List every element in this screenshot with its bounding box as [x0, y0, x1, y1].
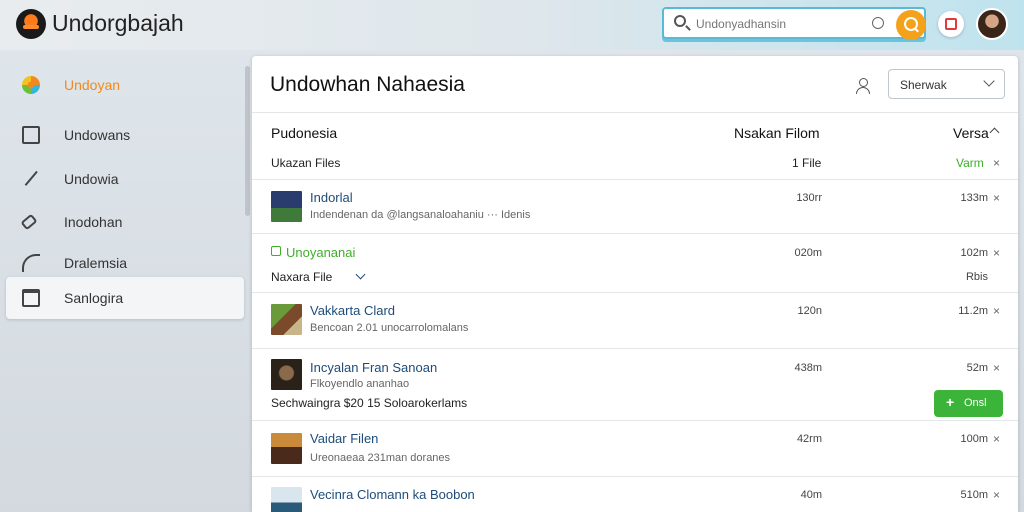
pen-icon: [24, 170, 40, 188]
file-size: 40m: [800, 489, 822, 501]
app-title: Undorgbajah: [52, 10, 184, 36]
user-avatar[interactable]: [976, 8, 1008, 40]
sidebar-item-tags[interactable]: Inodohan: [6, 201, 244, 243]
column-header-name[interactable]: Pudonesia: [271, 125, 337, 141]
sidebar-item-edit[interactable]: Undowia: [6, 158, 244, 200]
close-icon[interactable]: ×: [993, 361, 1000, 375]
sidebar-item-label: Inodohan: [64, 214, 123, 230]
file-thumbnail: [271, 304, 302, 335]
sidebar-item-home[interactable]: Undoyan: [6, 64, 244, 106]
page-title: Undowhan Nahaesia: [270, 73, 465, 96]
file-version: Rbis: [965, 271, 988, 283]
sidebar-item-label: Undoyan: [64, 77, 121, 93]
table-row[interactable]: Vaidar Filen Ureonaeaa 231man doranes 42…: [252, 421, 1018, 476]
file-title[interactable]: Indorlal: [310, 190, 353, 205]
file-title[interactable]: Unoyananai: [286, 245, 355, 260]
table-row[interactable]: Incyalan Fran Sanoan Flkoyendlo ananhao …: [252, 349, 1018, 425]
sidebar-scrollbar[interactable]: [245, 66, 250, 216]
file-subtitle: Flkoyendlo ananhao: [310, 378, 410, 390]
file-thumbnail: [271, 487, 302, 512]
group-label: Ukazan Files: [271, 156, 341, 170]
sidebar: Undoyan Undowans Undowia Inodohan Dralem…: [0, 58, 252, 512]
sidebar-item-label: Undowans: [64, 127, 131, 143]
file-title[interactable]: Vakkarta Clard: [310, 303, 395, 318]
table-row[interactable]: Vecinra Clomann ka Boobon 40m 510m ×: [252, 477, 1018, 512]
file-thumbnail: [271, 359, 302, 390]
file-subtitle: Bencoan 2.01 unocarrolomalans: [310, 322, 469, 334]
top-bar: Undorgbajah: [0, 0, 1024, 50]
column-header-size[interactable]: Nsakan Filom: [734, 125, 820, 141]
search-input[interactable]: [696, 14, 866, 34]
file-title[interactable]: Vaidar Filen: [310, 431, 378, 446]
naxara-file-dropdown[interactable]: Naxara File: [271, 270, 332, 284]
sidebar-item-folders[interactable]: Sanlogira: [6, 277, 244, 319]
close-icon[interactable]: ×: [993, 246, 1000, 260]
sidebar-item-downloads[interactable]: Undowans: [6, 114, 244, 156]
clear-search-icon[interactable]: [872, 17, 884, 29]
check-icon[interactable]: [271, 246, 281, 256]
file-version: 11.2m: [958, 305, 988, 317]
chevron-down-icon: [983, 75, 995, 87]
sidebar-item-label: Undowia: [64, 171, 119, 187]
close-icon[interactable]: ×: [993, 432, 1000, 446]
notifications-button[interactable]: [938, 11, 964, 37]
file-thumbnail: [271, 433, 302, 464]
close-icon[interactable]: ×: [993, 304, 1000, 318]
file-version: 510m: [960, 489, 988, 501]
file-version: 102m: [960, 247, 988, 259]
file-title[interactable]: Vecinra Clomann ka Boobon: [310, 487, 475, 502]
group-count: 1 File: [792, 156, 822, 170]
sort-value: Sherwak: [900, 78, 947, 92]
file-title[interactable]: Incyalan Fran Sanoan: [310, 360, 437, 375]
plus-icon: +: [946, 394, 955, 410]
file-size: 130rr: [796, 192, 822, 204]
file-subtitle: Indendenan da @langsanaloahaniu ··· Iden…: [310, 209, 531, 221]
chevron-down-icon[interactable]: [355, 269, 366, 280]
add-button[interactable]: + Onsl: [934, 390, 1003, 417]
divider: [252, 112, 1018, 113]
sidebar-item-label: Sanlogira: [64, 290, 124, 306]
box-icon: [22, 126, 40, 144]
divider: [252, 233, 1018, 234]
file-subtitle: Ureonaeaa 231man doranes: [310, 452, 451, 464]
file-thumbnail: [271, 191, 302, 222]
close-icon[interactable]: ×: [993, 156, 1000, 170]
table-row[interactable]: Indorlal Indendenan da @langsanaloahaniu…: [252, 180, 1018, 233]
notification-icon: [945, 18, 957, 30]
close-icon[interactable]: ×: [993, 488, 1000, 502]
search-icon: [674, 15, 686, 27]
sidebar-item-label: Dralemsia: [64, 255, 128, 271]
search-box[interactable]: [662, 7, 926, 39]
file-meta-line: Sechwaingra $20 15 Soloarokerlams: [271, 396, 468, 410]
close-icon[interactable]: ×: [993, 191, 1000, 205]
file-size: 020m: [794, 247, 822, 259]
app-logo-icon[interactable]: [16, 9, 46, 39]
file-size: 438m: [794, 362, 822, 374]
file-size: 42rm: [796, 433, 822, 445]
tag-icon: [20, 213, 38, 231]
search-submit-button[interactable]: [896, 10, 926, 40]
sort-dropdown[interactable]: Sherwak: [888, 69, 1005, 99]
leaf-icon: [22, 254, 40, 272]
user-icon[interactable]: [856, 78, 870, 94]
folder-icon: [22, 289, 40, 307]
group-version: Varm: [956, 156, 984, 170]
add-button-label: Onsl: [964, 397, 987, 409]
column-header-version[interactable]: Versa: [953, 125, 989, 141]
main-panel: Undowhan Nahaesia Sherwak Pudonesia Nsak…: [252, 56, 1018, 512]
brand-burst-icon: [22, 76, 40, 94]
sort-ascending-icon[interactable]: [989, 127, 1000, 138]
file-size: 120n: [797, 305, 822, 317]
file-version: 100m: [960, 433, 988, 445]
table-row[interactable]: Vakkarta Clard Bencoan 2.01 unocarroloma…: [252, 293, 1018, 348]
file-version: 133m: [960, 192, 988, 204]
file-version: 52m: [966, 362, 988, 374]
